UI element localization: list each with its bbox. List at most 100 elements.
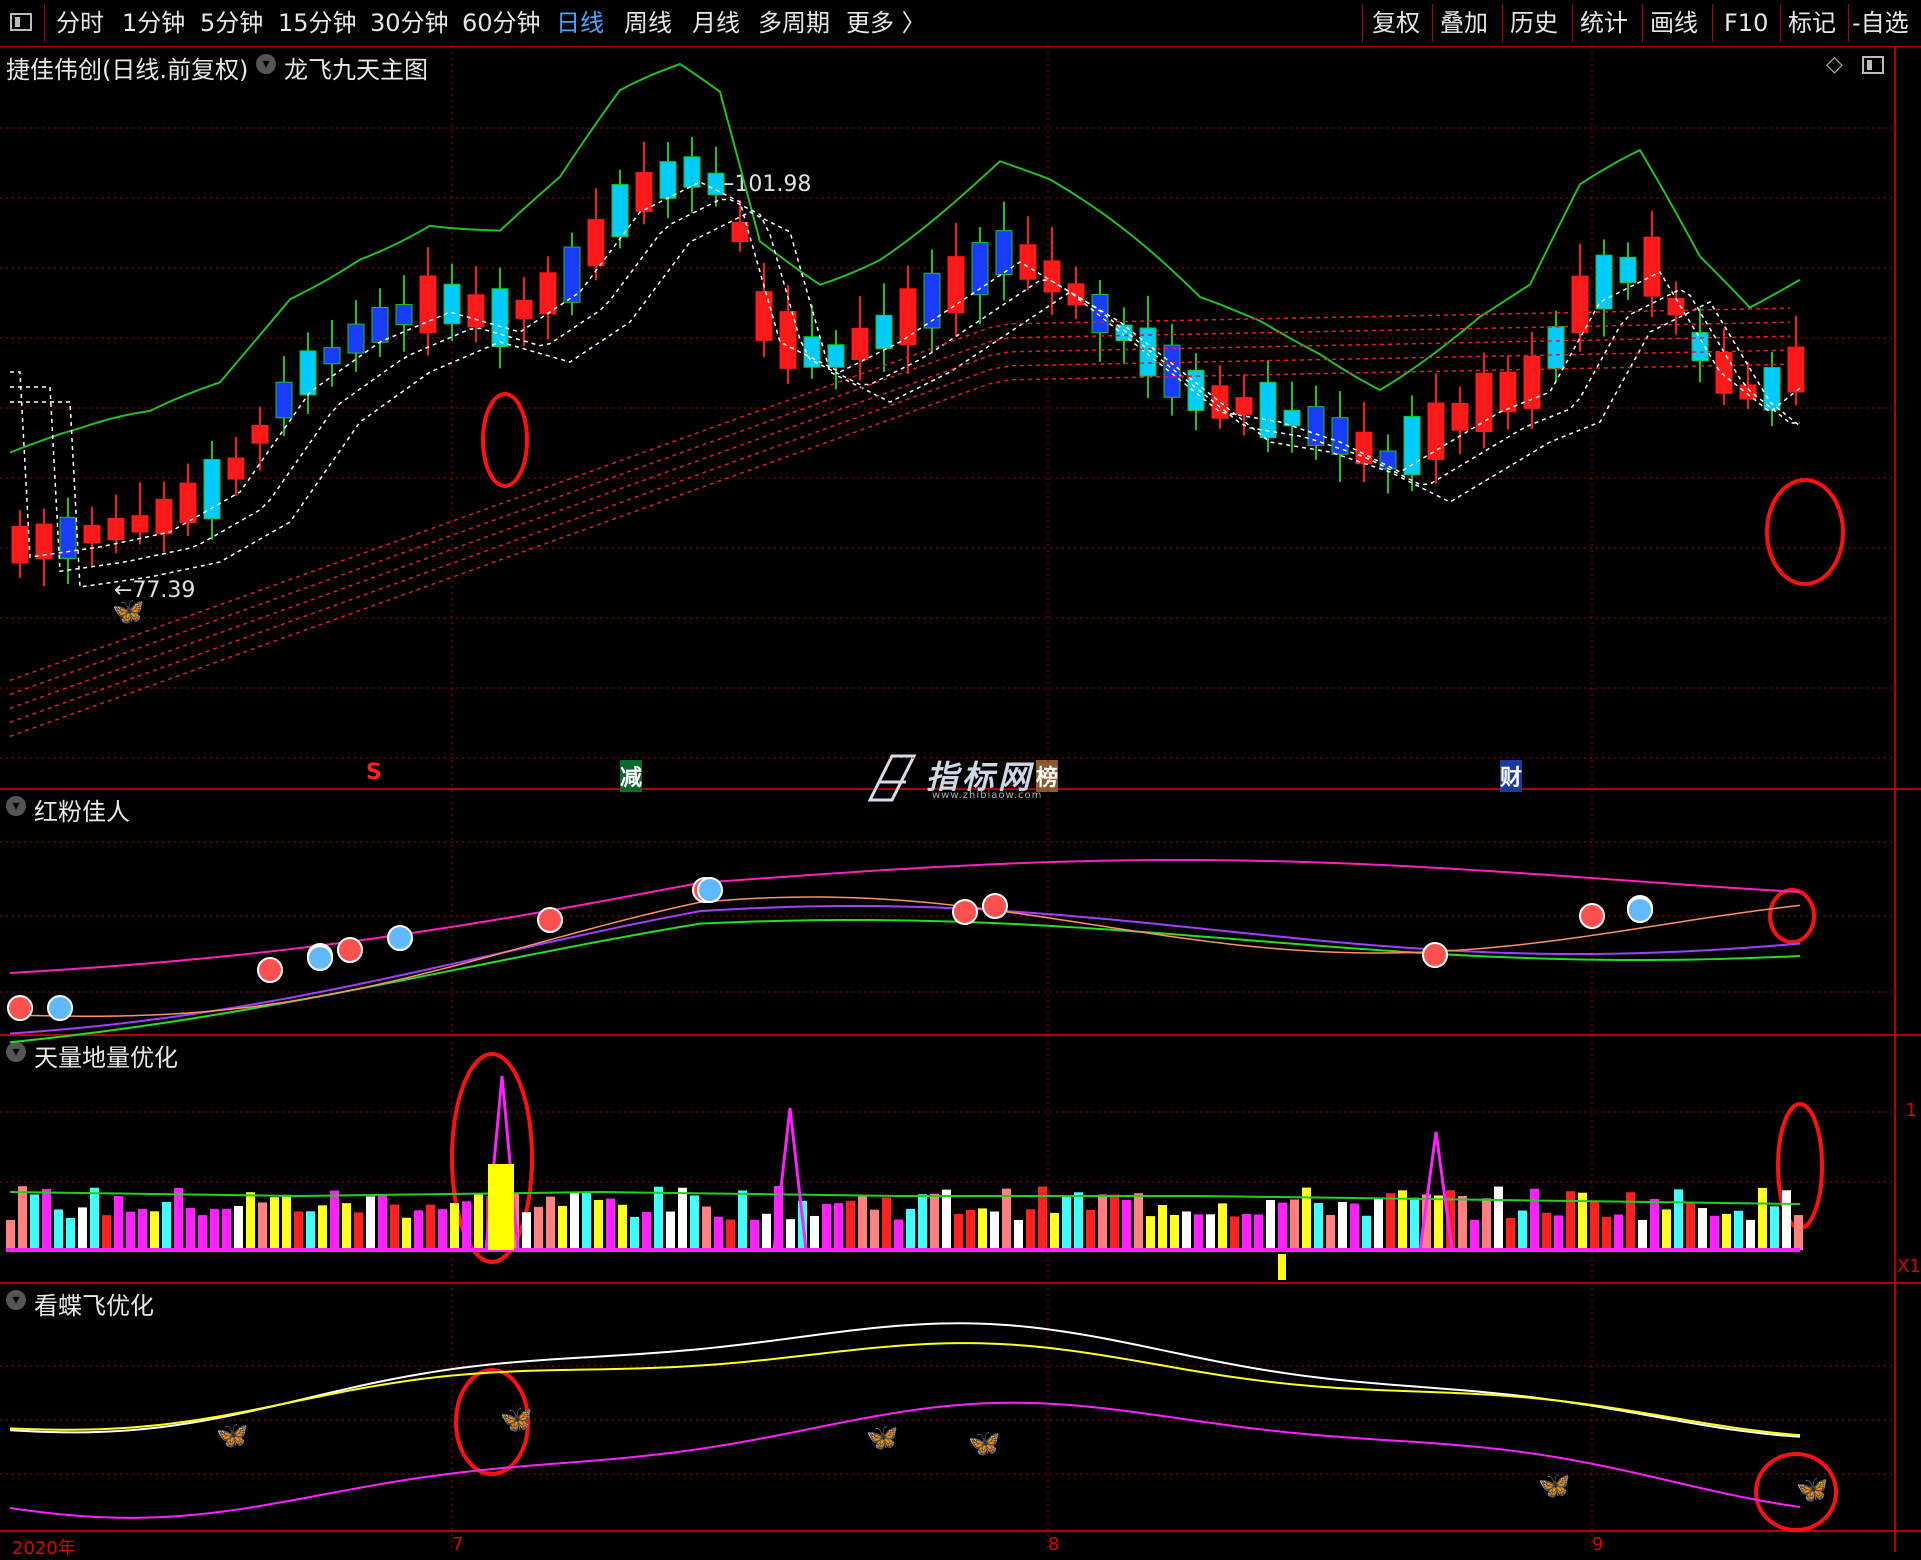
period-tab-monthly[interactable]: 月线 xyxy=(692,6,740,40)
volume-bar xyxy=(6,1219,15,1250)
volume-bar xyxy=(354,1212,363,1250)
candle-body xyxy=(467,294,485,328)
volume-bar xyxy=(534,1206,543,1250)
volume-bar xyxy=(1422,1194,1431,1250)
period-tab-intraday[interactable]: 分时 xyxy=(56,6,104,40)
volume-bar xyxy=(1122,1199,1131,1250)
collapse-panel1-icon[interactable]: ▾ xyxy=(6,796,26,816)
volume-bar xyxy=(1302,1187,1311,1250)
candle-body xyxy=(923,272,941,329)
volume-bar xyxy=(906,1208,915,1250)
volume-axis-unit: X1 xyxy=(1897,1256,1921,1277)
indicator-line-purple xyxy=(9,905,1801,1035)
upper-band-line xyxy=(9,62,1801,454)
volume-bar xyxy=(1038,1186,1047,1250)
volume-bar xyxy=(498,1217,507,1250)
volume-bar xyxy=(654,1186,663,1250)
candle-body xyxy=(1283,409,1301,427)
period-tab-multi[interactable]: 多周期 xyxy=(758,6,830,40)
history-button[interactable]: 历史 xyxy=(1510,6,1558,40)
diamond-icon[interactable]: ◇ xyxy=(1826,52,1843,77)
event-marker-s[interactable]: S xyxy=(366,760,382,785)
period-tab-5min[interactable]: 5分钟 xyxy=(200,6,263,40)
candle-body xyxy=(1235,397,1253,415)
volume-bar xyxy=(1698,1208,1707,1250)
toolbar-divider xyxy=(1362,4,1363,42)
volume-bar xyxy=(1518,1210,1527,1250)
period-tab-15min[interactable]: 15分钟 xyxy=(278,6,357,40)
volume-bar xyxy=(978,1208,987,1250)
volume-bar xyxy=(558,1205,567,1250)
candle-body xyxy=(1355,431,1373,465)
volume-bar xyxy=(966,1209,975,1250)
window-icon[interactable] xyxy=(10,13,32,31)
collapse-panel3-icon[interactable]: ▾ xyxy=(6,1290,26,1310)
volume-bar xyxy=(330,1190,339,1250)
volume-bar xyxy=(1098,1194,1107,1250)
adjust-rights-button[interactable]: 复权 xyxy=(1372,6,1420,40)
volume-bar xyxy=(1686,1202,1695,1250)
more-menu-button[interactable]: 更多 〉 xyxy=(846,6,926,40)
volume-bar xyxy=(1638,1219,1647,1250)
volume-bar xyxy=(462,1201,471,1250)
candle-body xyxy=(1259,381,1277,439)
overlay-button[interactable]: 叠加 xyxy=(1440,6,1488,40)
signal-ball xyxy=(982,893,1008,919)
signal-ball xyxy=(692,877,718,903)
candle-body xyxy=(299,350,317,396)
period-tab-daily[interactable]: 日线 xyxy=(556,6,604,40)
volume-bar xyxy=(1398,1190,1407,1250)
candle-body xyxy=(155,498,173,535)
volume-bar xyxy=(438,1209,447,1250)
candle-body xyxy=(1523,355,1541,409)
period-tab-weekly[interactable]: 周线 xyxy=(624,6,672,40)
candle-body xyxy=(443,283,461,325)
candle-body xyxy=(1619,256,1637,284)
volume-bar xyxy=(1554,1215,1563,1250)
event-marker-reduce[interactable]: 减 xyxy=(620,760,643,792)
main-indicator-name[interactable]: 龙飞九天主图 xyxy=(284,50,428,85)
volume-bar xyxy=(54,1209,63,1250)
event-marker-finance[interactable]: 财 xyxy=(1500,760,1523,792)
volume-bar xyxy=(1770,1206,1779,1250)
indicator-line-orange xyxy=(9,896,1801,1017)
maximize-icon[interactable] xyxy=(1862,56,1884,74)
volume-bar xyxy=(1614,1214,1623,1250)
volume-bar xyxy=(1230,1216,1239,1250)
volume-bar xyxy=(1794,1215,1803,1250)
volume-bar xyxy=(1710,1215,1719,1250)
candle-body xyxy=(563,246,581,303)
volume-bar xyxy=(186,1208,195,1250)
statistics-button[interactable]: 统计 xyxy=(1580,6,1628,40)
volume-bar xyxy=(786,1219,795,1250)
period-tab-60min[interactable]: 60分钟 xyxy=(462,6,541,40)
candle-body xyxy=(971,242,989,296)
collapse-panel2-icon[interactable]: ▾ xyxy=(6,1042,26,1062)
period-tab-1min[interactable]: 1分钟 xyxy=(122,6,185,40)
highlight-ellipse xyxy=(1768,888,1816,944)
candle-body xyxy=(1499,371,1517,413)
candle-body xyxy=(755,291,773,341)
volume-spike xyxy=(772,1107,808,1251)
candle-body xyxy=(1067,283,1085,306)
highlight-ellipse xyxy=(1754,1452,1838,1532)
candle-body xyxy=(1595,254,1613,310)
watchlist-button[interactable]: -自选 xyxy=(1852,6,1909,40)
f10-button[interactable]: F10 xyxy=(1724,6,1768,40)
volume-bar xyxy=(1338,1201,1347,1250)
high-price-label: ←101.98 xyxy=(716,172,812,197)
mark-button[interactable]: 标记 xyxy=(1788,6,1836,40)
period-tab-30min[interactable]: 30分钟 xyxy=(370,6,449,40)
volume-bar xyxy=(522,1212,531,1250)
volume-bar xyxy=(1134,1193,1143,1250)
volume-bar xyxy=(810,1215,819,1250)
draw-line-button[interactable]: 画线 xyxy=(1650,6,1698,40)
volume-bar xyxy=(1254,1214,1263,1250)
volume-bar xyxy=(954,1214,963,1250)
candle-body xyxy=(1547,326,1565,370)
indicator-dropdown-icon[interactable]: ▾ xyxy=(256,54,276,74)
volume-bar xyxy=(414,1210,423,1250)
signal-ball-blue xyxy=(47,995,73,1021)
candle-body xyxy=(1091,293,1109,334)
candle-body xyxy=(1163,344,1181,398)
